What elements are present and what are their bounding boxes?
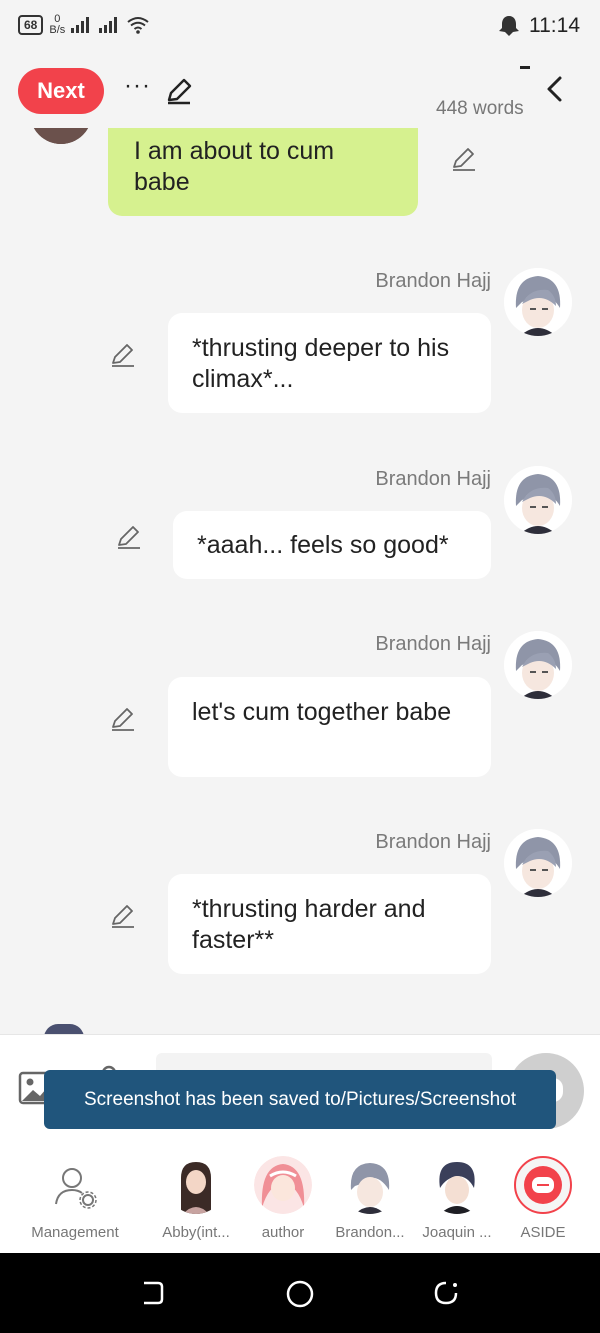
tab-label: Joaquin ... bbox=[422, 1224, 492, 1241]
message-bubble[interactable]: let's cum together babe bbox=[168, 677, 491, 777]
status-bar: 68 0 B/s 11:14 bbox=[0, 0, 600, 56]
word-count: 448 words bbox=[436, 98, 524, 119]
tab-abby[interactable]: Abby(int... bbox=[146, 1156, 246, 1241]
brandon-avatar[interactable] bbox=[504, 829, 572, 897]
chat-area[interactable]: I am about to cum babe Brandon Hajj *thr… bbox=[0, 128, 600, 1034]
brandon-avatar[interactable] bbox=[504, 466, 572, 534]
edit-message-icon[interactable] bbox=[108, 901, 138, 931]
more-options-icon[interactable]: ··· bbox=[124, 72, 151, 100]
tab-joaquin[interactable]: Joaquin ... bbox=[407, 1156, 507, 1241]
brandon-avatar[interactable] bbox=[504, 631, 572, 699]
abby-avatar bbox=[167, 1156, 225, 1214]
tab-author[interactable]: author bbox=[233, 1156, 333, 1241]
user-gear-icon bbox=[46, 1156, 104, 1214]
tab-label: author bbox=[261, 1224, 305, 1241]
edit-pencil-icon[interactable] bbox=[164, 76, 194, 106]
tab-management[interactable]: Management bbox=[25, 1156, 125, 1241]
sender-name: Brandon Hajj bbox=[375, 468, 491, 490]
message-bubble[interactable]: I am about to cum babe bbox=[108, 128, 418, 216]
partial-avatar bbox=[44, 1024, 84, 1034]
edit-message-icon[interactable] bbox=[108, 340, 138, 370]
message-bubble[interactable]: *thrusting deeper to his climax*... bbox=[168, 313, 491, 413]
tab-label: Abby(int... bbox=[162, 1224, 230, 1241]
sender-avatar[interactable] bbox=[30, 128, 92, 144]
battery-indicator: 68 bbox=[18, 15, 44, 35]
net-speed: 0 B/s bbox=[49, 13, 66, 36]
sender-name: Brandon Hajj bbox=[375, 831, 491, 853]
screenshot-toast: Screenshot has been saved to/Pictures/Sc… bbox=[44, 1070, 556, 1129]
dash-mark bbox=[520, 66, 530, 69]
tab-aside[interactable]: ASIDE bbox=[493, 1156, 593, 1241]
status-left: 68 0 B/s bbox=[18, 14, 149, 36]
signal-icon-2 bbox=[99, 17, 118, 33]
tab-label: Brandon... bbox=[335, 1224, 405, 1241]
chat-bubble-icon bbox=[524, 1166, 562, 1204]
sender-name: Brandon Hajj bbox=[375, 270, 491, 292]
joaquin-avatar bbox=[428, 1156, 486, 1214]
message-bubble[interactable]: *thrusting harder and faster** bbox=[168, 874, 491, 974]
tab-label: ASIDE bbox=[520, 1224, 566, 1241]
message-bubble[interactable]: *aaah... feels so good* bbox=[173, 511, 491, 579]
signal-icon bbox=[71, 17, 90, 33]
clock: 11:14 bbox=[529, 14, 580, 37]
sender-name: Brandon Hajj bbox=[375, 633, 491, 655]
tab-label: Management bbox=[31, 1224, 119, 1241]
tab-brandon[interactable]: Brandon... bbox=[320, 1156, 420, 1241]
ghost-icon bbox=[499, 16, 519, 36]
system-nav-bar bbox=[0, 1253, 600, 1333]
edit-message-icon[interactable] bbox=[449, 144, 479, 174]
brandon-avatar bbox=[341, 1156, 399, 1214]
wifi-icon bbox=[127, 17, 149, 34]
top-toolbar: Next ··· 448 words bbox=[0, 56, 600, 128]
brandon-avatar[interactable] bbox=[504, 268, 572, 336]
back-nav-icon[interactable] bbox=[432, 1279, 460, 1307]
author-avatar bbox=[254, 1156, 312, 1214]
aside-icon bbox=[514, 1156, 572, 1214]
back-chevron-icon[interactable] bbox=[540, 74, 570, 104]
recents-icon[interactable] bbox=[138, 1279, 166, 1307]
home-icon[interactable] bbox=[285, 1279, 315, 1309]
next-button[interactable]: Next bbox=[18, 68, 104, 114]
status-right: 11:14 bbox=[497, 14, 580, 38]
edit-message-icon[interactable] bbox=[108, 704, 138, 734]
bottom-tabs: Management Abby(int... author Brandon...… bbox=[0, 1144, 600, 1253]
edit-message-icon[interactable] bbox=[114, 522, 144, 552]
